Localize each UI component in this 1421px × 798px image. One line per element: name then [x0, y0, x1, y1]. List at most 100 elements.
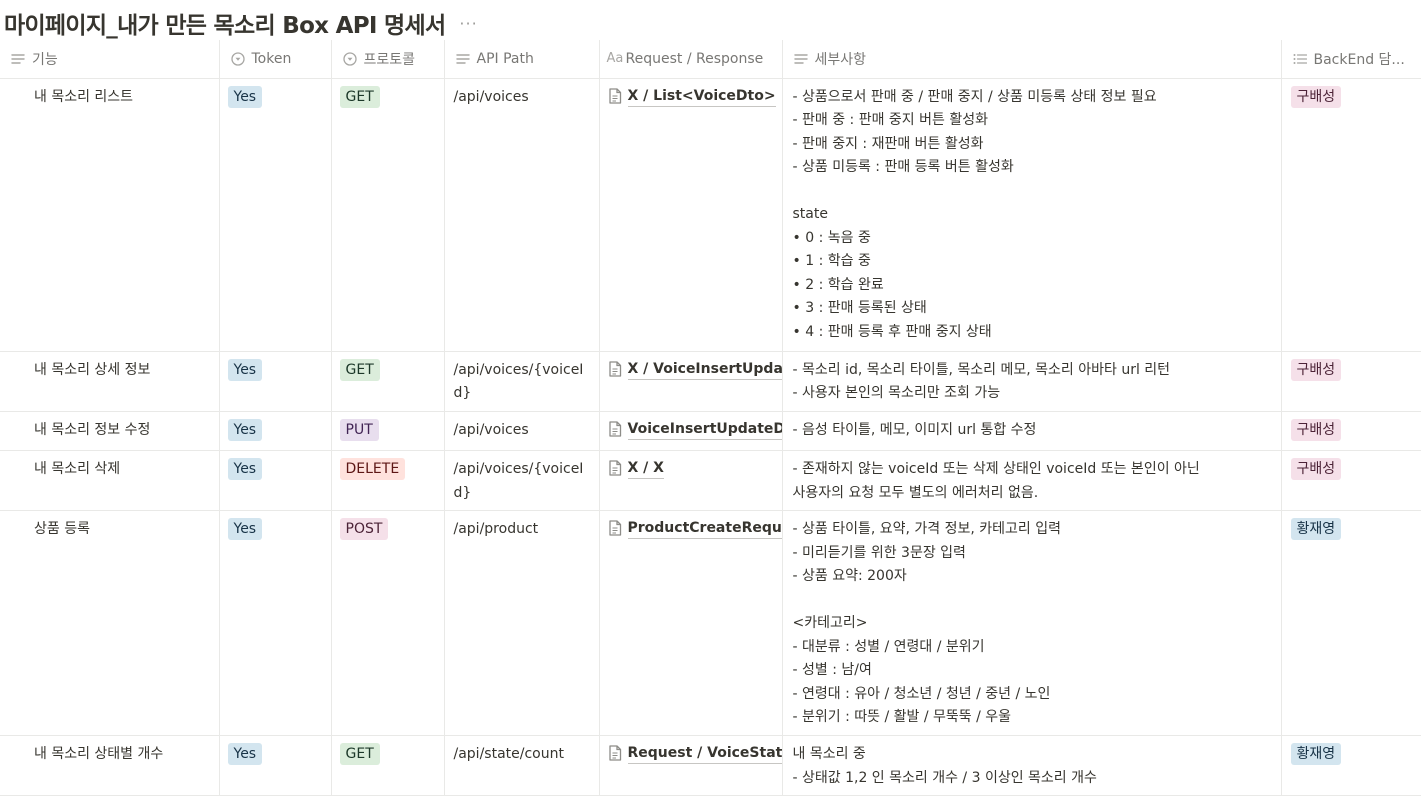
cell-backend-owner[interactable]: 황재영: [1281, 510, 1421, 736]
cell-request-response[interactable]: X / List<VoiceDto>: [599, 78, 783, 352]
token-tag: Yes: [227, 743, 263, 765]
protocol-tag: DELETE: [339, 458, 406, 480]
list-icon: [1292, 51, 1308, 67]
cell-backend-owner[interactable]: 구배성: [1281, 411, 1421, 451]
detail-line: [793, 589, 1273, 613]
text-lines-icon: [793, 51, 809, 67]
table-row[interactable]: 내 목소리 리스트 Yes GET/api/voices X / List<Voice…: [0, 78, 1421, 352]
cell-backend-owner[interactable]: 구배성: [1281, 78, 1421, 352]
cell-detail[interactable]: - 상품 타이틀, 요약, 가격 정보, 카테고리 입력 - 미리듣기를 위한 3…: [782, 510, 1282, 736]
detail-line: • 0 : 녹음 중: [792, 229, 871, 246]
cell-token[interactable]: Yes: [219, 735, 332, 796]
cell-protocol[interactable]: GET: [331, 735, 445, 796]
cell-feature[interactable]: 내 목소리 상태별 개수: [0, 735, 220, 796]
cell-token[interactable]: Yes: [219, 78, 332, 352]
cell-feature[interactable]: 내 목소리 상세 정보: [0, 351, 220, 412]
cell-backend-owner[interactable]: 구배성: [1281, 351, 1421, 412]
cell-backend-owner[interactable]: 구배성: [1281, 450, 1421, 511]
owner-tag: 구배성: [1290, 85, 1342, 108]
page-title-row: 마이페이지_내가 만든 목소리 Box API 명세서 ···: [4, 6, 478, 40]
cell-token[interactable]: Yes: [219, 351, 332, 412]
page-icon: [608, 745, 622, 761]
column-header-backend-owner[interactable]: BackEnd 담...: [1281, 40, 1421, 79]
request-response-text: X / VoiceInsertUpdateDto: [627, 359, 781, 380]
cell-api-path[interactable]: /api/voices/{voiceId}: [444, 450, 600, 511]
request-response-link[interactable]: X / VoiceInsertUpdateDto: [608, 359, 781, 380]
column-header-protocol[interactable]: 프로토콜: [331, 40, 445, 79]
column-header-api-path[interactable]: API Path: [444, 40, 600, 79]
cell-api-path[interactable]: /api/voices: [444, 78, 600, 352]
cell-token[interactable]: Yes: [219, 510, 332, 736]
token-tag: Yes: [227, 418, 263, 441]
detail-line: - 존재하지 않는 voiceId 또는 삭제 상태인 voiceId 또는 본…: [792, 461, 1200, 477]
cell-protocol[interactable]: GET: [331, 351, 445, 412]
feature-name: 내 목소리 삭제: [34, 461, 121, 477]
select-icon: [230, 51, 246, 67]
cell-feature[interactable]: 상품 등록: [0, 510, 220, 736]
column-header-detail[interactable]: 세부사항: [782, 40, 1282, 79]
cell-protocol[interactable]: POST: [331, 510, 445, 736]
cell-protocol[interactable]: DELETE: [331, 450, 445, 511]
protocol-tag: PUT: [339, 418, 379, 441]
column-label: 프로토콜: [363, 51, 416, 68]
api-path-text: /api/voices: [453, 88, 529, 105]
cell-detail[interactable]: 내 목소리 중 - 상태값 1,2 인 목소리 개수 / 3 이상인 목소리 개수: [782, 735, 1282, 796]
column-header-request-response[interactable]: Aa Request / Response: [599, 40, 783, 79]
cell-token[interactable]: Yes: [219, 411, 332, 451]
cell-request-response[interactable]: VoiceInsertUpdateDto / X: [599, 411, 783, 451]
detail-line: - 판매 중 : 판매 중지 버튼 활성화: [792, 112, 988, 128]
cell-detail[interactable]: - 음성 타이틀, 메모, 이미지 url 통합 수정: [782, 411, 1282, 451]
page-title[interactable]: 마이페이지_내가 만든 목소리 Box API 명세서: [4, 6, 446, 40]
cell-feature[interactable]: 내 목소리 정보 수정: [0, 411, 220, 451]
cell-request-response[interactable]: ProductCreateRequestDto / X: [599, 510, 783, 736]
table-row[interactable]: 내 목소리 삭제 Yes DELETE/api/voices/{voiceId} X …: [0, 450, 1421, 511]
cell-request-response[interactable]: Request / VoiceStateDto: [599, 735, 783, 796]
page-icon: [608, 87, 622, 104]
cell-api-path[interactable]: /api/voices: [444, 411, 600, 451]
api-path-text: /api/state/count: [453, 746, 564, 762]
cell-detail[interactable]: - 상품으로서 판매 중 / 판매 중지 / 상품 미등록 상태 정보 필요 - …: [782, 78, 1282, 352]
detail-line: 사용자의 요청 모두 별도의 에러처리 없음.: [792, 484, 1039, 501]
request-response-link[interactable]: Request / VoiceStateDto: [608, 743, 781, 764]
owner-tag: 황재영: [1290, 743, 1342, 765]
cell-token[interactable]: Yes: [219, 450, 332, 511]
cell-feature[interactable]: 내 목소리 삭제: [0, 450, 220, 511]
detail-line: - 사용자 본인의 목소리만 조회 가능: [792, 385, 1001, 401]
cell-api-path[interactable]: /api/state/count: [444, 735, 600, 796]
more-options-icon[interactable]: ···: [459, 14, 477, 33]
cell-protocol[interactable]: PUT: [331, 411, 445, 451]
text-lines-icon: [455, 51, 471, 67]
cell-api-path[interactable]: /api/product: [444, 510, 600, 736]
detail-line: - 분위기 : 따뜻 / 활발 / 무뚝뚝 / 우울: [792, 709, 1012, 725]
request-response-text: VoiceInsertUpdateDto / X: [627, 419, 781, 440]
table-row[interactable]: 내 목소리 상세 정보 Yes GET/api/voices/{voiceId} X …: [0, 351, 1421, 412]
page-icon: [608, 520, 622, 536]
request-response-link[interactable]: VoiceInsertUpdateDto / X: [608, 419, 781, 440]
request-response-text: ProductCreateRequestDto / X: [627, 518, 781, 539]
protocol-tag: GET: [339, 743, 380, 765]
cell-request-response[interactable]: X / VoiceInsertUpdateDto: [599, 351, 783, 412]
cell-backend-owner[interactable]: 황재영: [1281, 735, 1421, 796]
request-response-link[interactable]: X / List<VoiceDto>: [608, 86, 776, 107]
detail-line: - 상품 요약: 200자: [792, 568, 907, 584]
column-header-token[interactable]: Token: [219, 40, 332, 79]
table-row[interactable]: 상품 등록 Yes POST/api/product ProductCreateReq…: [0, 510, 1421, 736]
request-response-link[interactable]: ProductCreateRequestDto / X: [608, 518, 781, 539]
cell-detail[interactable]: - 존재하지 않는 voiceId 또는 삭제 상태인 voiceId 또는 본…: [782, 450, 1282, 511]
detail-line: 내 목소리 중: [792, 746, 866, 762]
request-response-link[interactable]: X / X: [608, 458, 664, 479]
column-header-feature[interactable]: 기능: [0, 40, 220, 79]
cell-request-response[interactable]: X / X: [599, 450, 783, 511]
token-tag: Yes: [227, 85, 263, 108]
api-spec-table: 기능 Token 프로토콜 API Path Aa Request / Resp…: [0, 40, 1421, 796]
table-row[interactable]: 내 목소리 정보 수정 Yes PUT/api/voices VoiceInsertU…: [0, 411, 1421, 451]
table-row[interactable]: 내 목소리 상태별 개수 Yes GET/api/state/count Reques…: [0, 735, 1421, 796]
cell-protocol[interactable]: GET: [331, 78, 445, 352]
cell-detail[interactable]: - 목소리 id, 목소리 타이틀, 목소리 메모, 목소리 아바타 url 리…: [782, 351, 1282, 412]
cell-feature[interactable]: 내 목소리 리스트: [0, 78, 220, 352]
api-path-text: /api/voices: [453, 421, 529, 438]
cell-api-path[interactable]: /api/voices/{voiceId}: [444, 351, 600, 412]
detail-line: - 상품 미등록 : 판매 등록 버튼 활성화: [792, 159, 1014, 175]
request-response-text: X / List<VoiceDto>: [627, 86, 776, 107]
page-icon: [608, 420, 622, 437]
